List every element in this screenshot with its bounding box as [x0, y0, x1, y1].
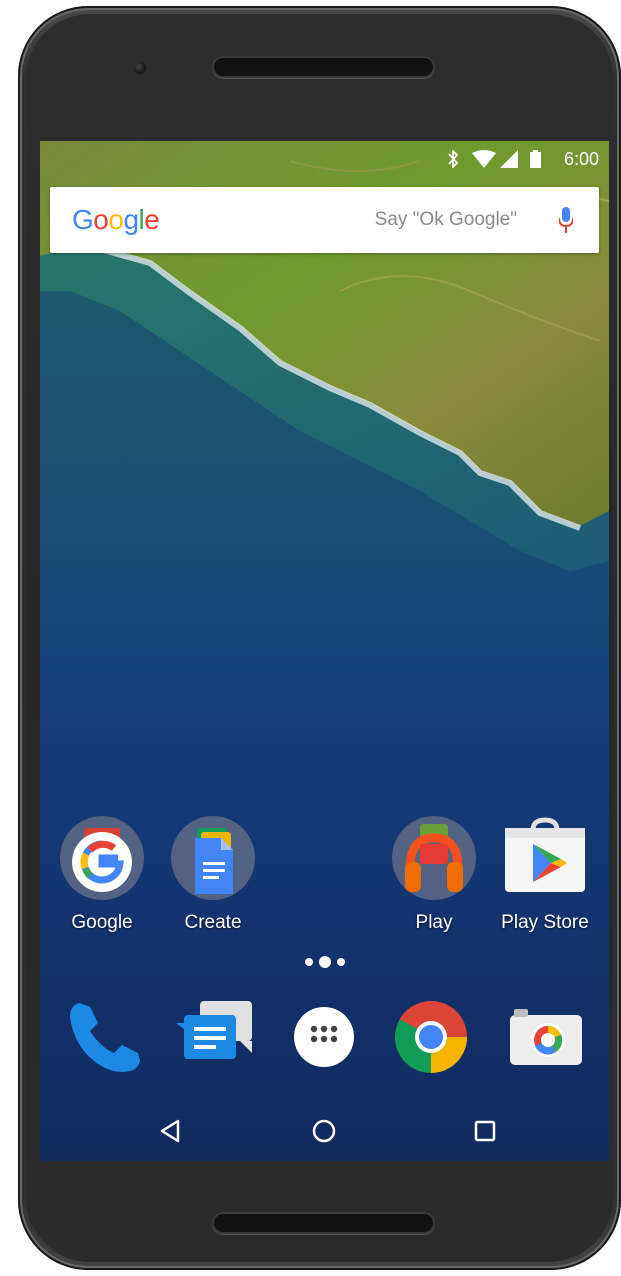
google-search-bar[interactable]: Google Say "Ok Google" [50, 187, 599, 253]
home-icon[interactable] [304, 1115, 344, 1147]
signal-icon [500, 150, 518, 168]
search-hint: Say "Ok Google" [374, 209, 517, 230]
messenger-icon[interactable] [176, 995, 260, 1079]
app-label: Play [415, 912, 453, 933]
phone-icon[interactable] [60, 995, 144, 1079]
navigation-bar [40, 1101, 609, 1161]
status-bar: 6:00 [40, 141, 609, 175]
bottom-speaker [212, 1212, 435, 1234]
app-google-folder[interactable]: Google [42, 816, 152, 956]
camera-icon[interactable] [504, 995, 588, 1079]
page-dot [304, 957, 313, 966]
battery-icon [530, 150, 541, 168]
app-label: Create [184, 912, 242, 933]
wifi-icon [472, 150, 496, 168]
create-folder-icon [171, 816, 255, 900]
home-screen: 6:00 Google Say "Ok Google" Google Creat… [40, 141, 609, 1161]
page-dot [336, 957, 345, 966]
app-play-folder[interactable]: Play [374, 816, 484, 956]
page-dot-active [318, 955, 331, 968]
app-label: Play Store [501, 912, 589, 933]
google-logo: Google [72, 204, 160, 235]
recents-icon[interactable] [465, 1115, 505, 1147]
front-camera [134, 62, 146, 74]
mic-icon[interactable] [559, 207, 573, 233]
page-indicator [40, 953, 609, 971]
app-label: Google [71, 912, 133, 933]
play-store-icon [505, 817, 585, 892]
status-time: 6:00 [563, 149, 599, 169]
play-folder-icon [392, 816, 476, 900]
app-create-folder[interactable]: Create [153, 816, 263, 956]
app-play-store[interactable]: Play Store [485, 816, 595, 956]
chrome-icon[interactable] [389, 995, 473, 1079]
bluetooth-icon [448, 150, 459, 168]
back-icon[interactable] [150, 1115, 190, 1147]
google-folder-icon [60, 816, 144, 900]
top-speaker [212, 56, 435, 78]
app-drawer-icon[interactable] [282, 995, 366, 1079]
